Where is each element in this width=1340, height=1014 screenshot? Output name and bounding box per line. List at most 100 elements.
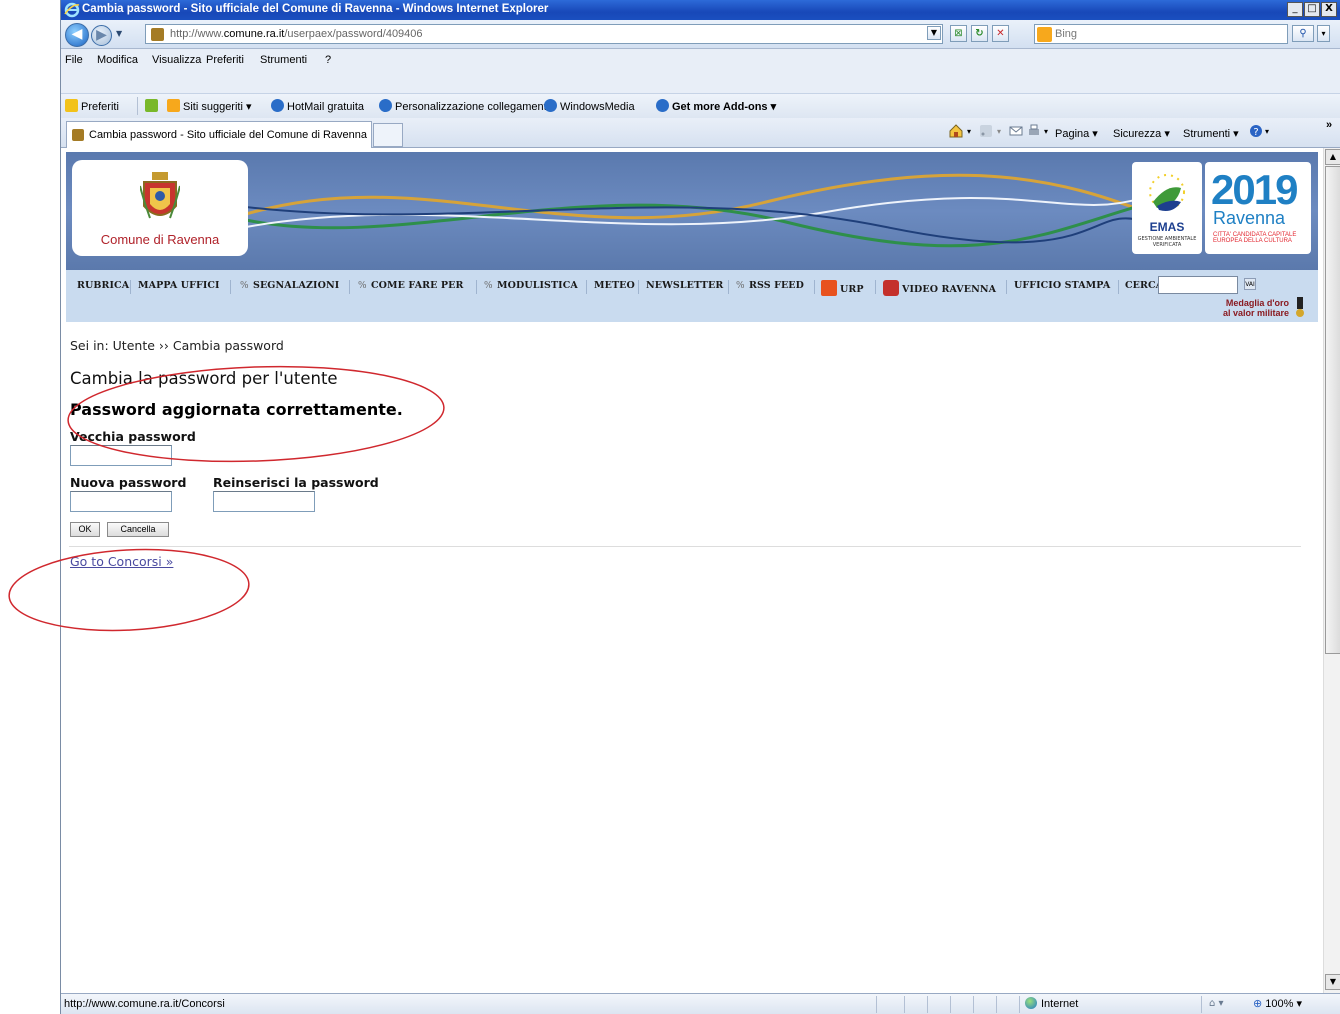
maximize-button[interactable]: □ [1304, 2, 1320, 17]
nav-separator [349, 280, 350, 294]
bing-icon [1037, 27, 1052, 42]
status-cell [1201, 996, 1202, 1013]
scroll-up-icon[interactable]: ▲ [1325, 149, 1340, 165]
new-tab-button[interactable] [373, 123, 403, 147]
favorites-item-hotmail[interactable]: HotMail gratuita [271, 99, 364, 113]
menu-file[interactable]: File [65, 54, 83, 66]
address-bar[interactable]: http://www.comune.ra.it/userpaex/passwor… [145, 24, 943, 44]
site-search-input[interactable] [1158, 276, 1238, 294]
nav-mappa-uffici[interactable]: MAPPA UFFICI [138, 280, 220, 291]
city-crest-icon [140, 172, 180, 219]
nav-newsletter[interactable]: NEWSLETTER [646, 280, 723, 291]
ie-page-icon [656, 99, 669, 112]
tab-active[interactable]: Cambia password - Sito ufficiale del Com… [66, 121, 372, 148]
stop-icon[interactable]: ✕ [992, 25, 1009, 42]
site-favicon-icon [72, 129, 84, 141]
search-go-icon[interactable]: ⚲ [1292, 25, 1314, 42]
forward-button[interactable]: ▶ [91, 25, 112, 46]
nav-meteo[interactable]: METEO [594, 280, 635, 291]
cancel-button[interactable]: Cancella [107, 522, 169, 537]
favorites-item-addons[interactable]: Get more Add-ons ▾ [656, 99, 776, 113]
nav-ufficio-stampa[interactable]: UFFICIO STAMPA [1014, 280, 1110, 291]
emas-logo-icon [1149, 174, 1185, 211]
compatibility-view-icon[interactable]: ⊠ [950, 25, 967, 42]
command-pagina[interactable]: Pagina ▾ [1055, 127, 1098, 140]
menu-visualizza[interactable]: Visualizza [152, 54, 201, 66]
home-dropdown-icon[interactable]: ▾ [967, 127, 971, 136]
favorites-item-personalizzazione[interactable]: Personalizzazione collegamenti [379, 99, 549, 113]
feeds-icon[interactable] [979, 124, 993, 138]
page-title: Cambia la password per l'utente [70, 369, 338, 388]
concorsi-link[interactable]: Go to Concorsi » [70, 554, 173, 569]
search-box[interactable]: Bing [1034, 24, 1288, 44]
protected-mode-icon[interactable]: ⌂ ▾ [1209, 998, 1224, 1009]
nav-come-fare-per[interactable]: % COME FARE PER [358, 280, 463, 291]
scroll-down-icon[interactable]: ▼ [1325, 974, 1340, 990]
mail-icon[interactable] [1009, 124, 1023, 138]
nav-segnalazioni[interactable]: % SEGNALAZIONI [240, 280, 339, 291]
nav-video-ravenna[interactable]: VIDEO RAVENNA [883, 280, 996, 296]
nav-separator [875, 280, 876, 294]
ok-button[interactable]: OK [70, 522, 100, 537]
youtube-icon [883, 280, 899, 296]
breadcrumb: Sei in: Utente ›› Cambia password [70, 338, 284, 353]
status-cell [996, 996, 997, 1013]
old-password-label: Vecchia password [70, 429, 196, 444]
ravenna-2019-badge[interactable]: 2019 Ravenna CITTA' CANDIDATA CAPITALE E… [1205, 162, 1311, 254]
minimize-button[interactable]: _ [1287, 2, 1303, 17]
nav-rubrica[interactable]: RUBRICA [77, 280, 129, 291]
emas-label: EMAS [1149, 220, 1185, 234]
city-logo[interactable]: Comune di Ravenna [72, 160, 248, 256]
feeds-dropdown-icon[interactable]: ▾ [997, 127, 1001, 136]
refresh-icon[interactable]: ↻ [971, 25, 988, 42]
command-strumenti[interactable]: Strumenti ▾ [1183, 127, 1239, 140]
ravenna-2019-city: Ravenna [1213, 208, 1286, 228]
help-dropdown-icon[interactable]: ▾ [1265, 127, 1269, 136]
back-button[interactable]: ◀ [65, 23, 89, 47]
add-favorites-icon[interactable] [145, 99, 161, 113]
scroll-thumb[interactable] [1325, 166, 1340, 654]
nav-separator [728, 280, 729, 294]
favorites-item-windowsmedia[interactable]: WindowsMedia [544, 99, 635, 113]
command-sicurezza[interactable]: Sicurezza ▾ [1113, 127, 1170, 140]
command-more-chevron[interactable]: » [1326, 119, 1332, 131]
menu-preferiti[interactable]: Preferiti [206, 54, 244, 66]
print-dropdown-icon[interactable]: ▾ [1044, 127, 1048, 136]
urp-icon [821, 280, 837, 296]
success-message: Password aggiornata correttamente. [70, 400, 403, 419]
address-dropdown-icon[interactable]: ▼ [927, 26, 941, 40]
print-icon[interactable] [1027, 124, 1041, 138]
old-password-input[interactable] [70, 445, 172, 466]
favorites-item-siti-suggeriti[interactable]: Siti suggeriti ▾ [167, 99, 252, 113]
search-placeholder: Bing [1055, 28, 1078, 40]
ie-page-icon [379, 99, 392, 112]
status-text: http://www.comune.ra.it/Concorsi [64, 998, 225, 1010]
search-options-icon[interactable]: ▾ [1317, 25, 1330, 42]
site-search-button[interactable]: VAI [1244, 278, 1256, 290]
security-zone[interactable]: Internet [1025, 997, 1078, 1010]
menu-bar: File Modifica Visualizza Preferiti Strum… [61, 49, 1340, 118]
zoom-level[interactable]: ⊕ 100% ▾ [1253, 997, 1302, 1010]
menu-help[interactable]: ? [325, 54, 331, 66]
favorites-button[interactable]: Preferiti [65, 99, 119, 113]
nav-modulistica[interactable]: % MODULISTICA [484, 280, 578, 291]
nav-urp[interactable]: URP [821, 280, 864, 296]
ie-logo-icon [64, 2, 80, 18]
close-window-button[interactable]: X [1321, 2, 1337, 17]
help-icon[interactable]: ? [1249, 124, 1263, 138]
city-name: Comune di Ravenna [100, 232, 220, 247]
tab-title: Cambia password - Sito ufficiale del Com… [89, 129, 367, 141]
menu-modifica[interactable]: Modifica [97, 54, 138, 66]
home-icon[interactable] [949, 124, 963, 138]
new-password-input[interactable] [70, 491, 172, 512]
vertical-scrollbar[interactable]: ▲ ▼ [1323, 148, 1340, 993]
nav-bullet-icon: % [240, 281, 249, 291]
history-dropdown-icon[interactable]: ▼ [116, 29, 122, 38]
menu-strumenti[interactable]: Strumenti [260, 54, 307, 66]
url-text: http://www.comune.ra.it/userpaex/passwor… [170, 28, 423, 40]
header-waves-decoration [245, 173, 1147, 248]
emas-badge[interactable]: EMAS GESTIONE AMBIENTALE VERIFICATA [1132, 162, 1202, 254]
ravenna-2019-year: 2019 [1211, 166, 1298, 213]
nav-rss-feed[interactable]: % RSS FEED [736, 280, 804, 291]
repeat-password-input[interactable] [213, 491, 315, 512]
